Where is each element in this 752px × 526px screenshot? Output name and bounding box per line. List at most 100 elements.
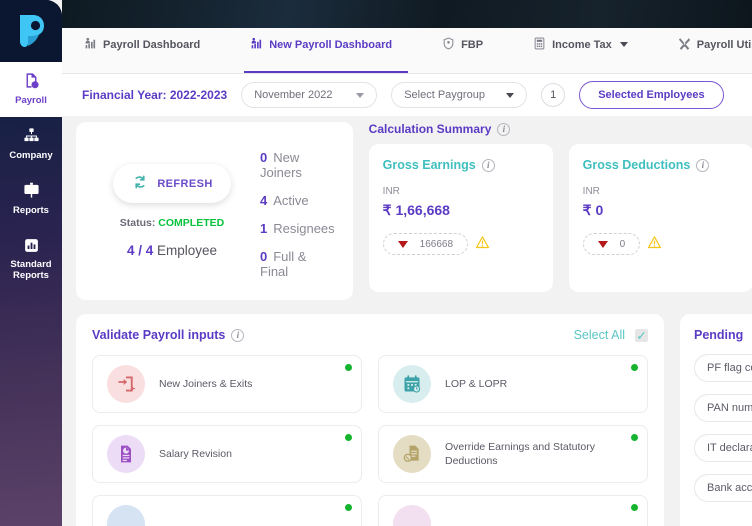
warning-triangle-icon[interactable]: [647, 235, 662, 253]
pink-circle-icon: [393, 505, 431, 526]
sidebar-item-label: Payroll: [15, 94, 47, 106]
validate-item-lop-lopr[interactable]: LOP & LOPR: [378, 355, 648, 413]
pending-title: Pending: [694, 328, 744, 342]
info-icon[interactable]: i: [481, 158, 495, 172]
validate-item-new-joiners-exits[interactable]: New Joiners & Exits: [92, 355, 362, 413]
tab-payroll-dashboard[interactable]: Payroll Dashboard: [78, 28, 216, 73]
info-icon[interactable]: i: [497, 122, 511, 136]
validate-item-row3-right[interactable]: [378, 495, 648, 526]
validate-item-label: New Joiners & Exits: [159, 377, 253, 390]
card-title-label: Gross Earnings: [382, 158, 476, 172]
calculation-summary-label: Calculation Summary: [368, 122, 492, 136]
stat-value: 1: [260, 221, 268, 236]
employee-count-value: 4 / 4: [126, 243, 154, 258]
financial-year-label: Financial Year: 2022-2023: [82, 88, 228, 102]
validate-item-override-earnings[interactable]: Override Earnings and Statutory Deductio…: [378, 425, 648, 483]
refresh-button-label: REFRESH: [157, 177, 213, 190]
p-logo-icon: [20, 15, 44, 48]
stat-active: 4 Active: [260, 193, 335, 208]
raw-value: 0: [619, 238, 626, 250]
gross-earnings-amount: ₹ 1,66,668: [382, 202, 450, 218]
validate-header: Validate Payroll inputs i Select All ✓: [92, 328, 648, 343]
selection-count-badge[interactable]: 1: [541, 83, 566, 107]
status-dot-green: [631, 434, 638, 441]
gross-deductions-title: Gross Deductions i: [583, 158, 739, 172]
tab-fbp[interactable]: FBP: [436, 28, 499, 73]
sidebar-item-reports[interactable]: Reports: [0, 172, 62, 227]
status-card-left: REFRESH Status: COMPLETED 4 / 4 Employee: [94, 140, 250, 282]
select-all-checkbox[interactable]: ✓: [635, 328, 648, 343]
stat-value: 4: [260, 193, 268, 208]
tab-label: New Payroll Dashboard: [269, 38, 393, 51]
stat-resignees: 1 Resignees: [260, 221, 335, 236]
sidebar-item-company[interactable]: Company: [0, 117, 62, 172]
selected-employees-button[interactable]: Selected Employees: [579, 81, 724, 109]
org-chart-icon: [23, 127, 40, 148]
status-badge: Status: COMPLETED: [120, 217, 224, 229]
pending-item-bank-account[interactable]: Bank acco: [694, 474, 752, 502]
sidebar-item-standard-reports[interactable]: Standard Reports: [0, 227, 62, 293]
raw-value: 166668: [419, 238, 454, 250]
exit-door-icon: [107, 365, 145, 403]
chevron-down-icon: [597, 240, 608, 248]
pending-item-pf-flag[interactable]: PF flag co: [694, 354, 752, 382]
sidebar-item-payroll[interactable]: Payroll: [0, 62, 62, 117]
tab-label: Payroll Utilities: [696, 38, 752, 51]
refresh-circular-icon: [131, 173, 149, 194]
stat-label: Active: [273, 193, 309, 208]
validate-items-grid: New Joiners & Exits LOP & LOPR Salary Re…: [92, 355, 648, 526]
pending-item-pan-number[interactable]: PAN numb: [694, 394, 752, 422]
stat-new-joiners: 0 New Joiners: [260, 150, 335, 180]
main-content: REFRESH Status: COMPLETED 4 / 4 Employee…: [62, 116, 752, 526]
status-dot-green: [345, 364, 352, 371]
calculation-summary-cards: Gross Earnings i INR ₹ 1,66,668 166668 G…: [368, 144, 752, 292]
top-row: REFRESH Status: COMPLETED 4 / 4 Employee…: [62, 122, 752, 300]
warning-triangle-icon[interactable]: [475, 235, 490, 253]
bar-chart-icon: [23, 237, 40, 258]
select-all-control: Select All ✓: [574, 328, 648, 343]
select-all-label[interactable]: Select All: [574, 328, 625, 342]
stat-label: Resignees: [273, 221, 335, 236]
status-dot-green: [631, 504, 638, 511]
employee-count-line: 4 / 4 Employee: [127, 243, 217, 258]
calculation-summary-title: Calculation Summary i: [369, 122, 752, 136]
chevron-down-icon: [356, 92, 365, 98]
app-logo[interactable]: [0, 0, 62, 62]
gross-deductions-amount: ₹ 0: [582, 202, 604, 218]
status-value: COMPLETED: [158, 217, 225, 229]
refresh-button[interactable]: REFRESH: [113, 164, 231, 203]
tools-icon: [678, 37, 691, 53]
currency-label: INR: [582, 186, 600, 197]
validate-item-label: Salary Revision: [159, 447, 232, 460]
filter-bar: Financial Year: 2022-2023 November 2022 …: [62, 74, 752, 116]
validate-item-row3-left[interactable]: [92, 495, 362, 526]
bottom-row: Validate Payroll inputs i Select All ✓ N…: [62, 300, 752, 526]
status-prefix: Status:: [119, 217, 156, 229]
validate-item-salary-revision[interactable]: Salary Revision: [92, 425, 362, 483]
tab-payroll-utilities[interactable]: Payroll Utilities: [672, 28, 752, 73]
pending-item-it-declaration[interactable]: IT declarat: [694, 434, 752, 462]
gross-deductions-expand-pill[interactable]: 0: [582, 233, 641, 255]
chevron-down-icon[interactable]: [619, 42, 628, 47]
validate-title: Validate Payroll inputs i: [92, 328, 245, 342]
tab-income-tax[interactable]: Income Tax: [527, 28, 644, 73]
pending-panel: Pending PF flag co PAN numb IT declarat …: [680, 314, 752, 526]
gross-earnings-detail-row: 166668: [382, 233, 539, 255]
tab-label: FBP: [461, 38, 484, 51]
gross-deductions-detail-row: 0: [582, 233, 739, 255]
paygroup-select[interactable]: Select Paygroup: [391, 82, 528, 108]
payroll-doc-icon: [23, 72, 40, 93]
month-select[interactable]: November 2022: [241, 82, 378, 108]
validate-item-label: LOP & LOPR: [445, 377, 508, 390]
chevron-down-icon: [397, 240, 408, 248]
paygroup-select-value: Select Paygroup: [404, 89, 485, 101]
status-dot-green: [345, 434, 352, 441]
tab-new-payroll-dashboard[interactable]: New Payroll Dashboard: [244, 28, 409, 73]
gross-earnings-card: Gross Earnings i INR ₹ 1,66,668 166668: [368, 144, 553, 292]
status-dot-green: [631, 364, 638, 371]
info-icon[interactable]: i: [231, 328, 245, 342]
app-root: Payroll Company Reports Standard Reports: [0, 0, 752, 526]
info-icon[interactable]: i: [696, 158, 710, 172]
gross-earnings-expand-pill[interactable]: 166668: [382, 233, 469, 255]
tab-label: Payroll Dashboard: [103, 38, 201, 51]
